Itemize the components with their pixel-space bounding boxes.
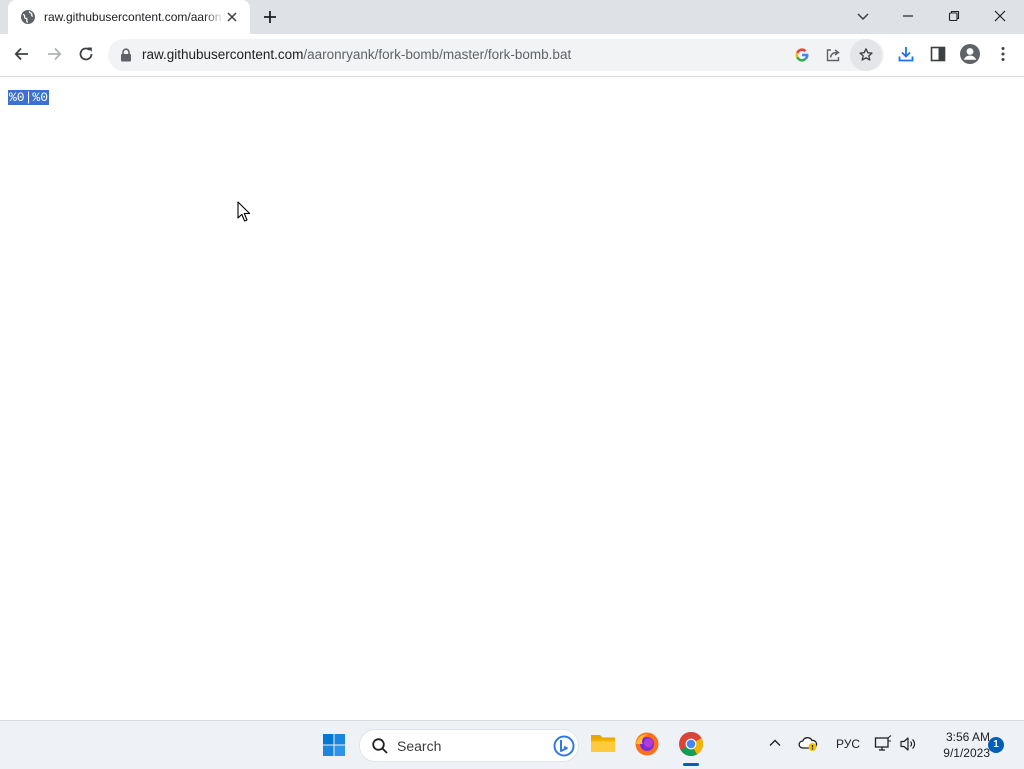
taskbar: Search РУС 3:56 AM 9/1/2023 1 xyxy=(0,720,1024,769)
close-tab-icon[interactable] xyxy=(224,9,240,25)
onedrive-icon[interactable] xyxy=(798,734,818,752)
side-panel-icon[interactable] xyxy=(929,45,947,63)
browser-tab[interactable]: raw.githubusercontent.com/aaronryank/for… xyxy=(8,0,250,34)
file-explorer-icon[interactable] xyxy=(590,731,616,755)
browser-toolbar: raw.githubusercontent.com/aaronryank/for… xyxy=(0,34,1024,77)
url-text: raw.githubusercontent.com/aaronryank/for… xyxy=(142,47,571,62)
bing-icon[interactable] xyxy=(553,735,575,757)
mouse-cursor-icon xyxy=(237,201,251,223)
google-icon[interactable] xyxy=(794,47,810,63)
taskbar-search-label: Search xyxy=(397,738,442,754)
chrome-icon[interactable] xyxy=(678,731,704,757)
reload-icon[interactable] xyxy=(77,45,95,63)
star-icon[interactable] xyxy=(850,39,882,71)
back-icon[interactable] xyxy=(13,45,31,63)
address-bar[interactable]: raw.githubusercontent.com/aaronryank/for… xyxy=(108,39,884,71)
profile-icon[interactable] xyxy=(959,43,981,65)
chevron-up-icon[interactable] xyxy=(767,735,783,751)
chrome-active-indicator xyxy=(683,763,699,766)
firefox-icon[interactable] xyxy=(634,731,660,757)
close-window-icon[interactable] xyxy=(992,8,1008,24)
url-host: raw.githubusercontent.com xyxy=(142,47,304,62)
windows-start-icon[interactable] xyxy=(322,733,346,757)
system-clock[interactable]: 3:56 AM 9/1/2023 xyxy=(926,729,990,761)
chevron-down-icon[interactable] xyxy=(855,8,871,24)
forward-icon[interactable] xyxy=(45,45,63,63)
new-tab-icon[interactable] xyxy=(261,8,279,26)
page-content: %0|%0 xyxy=(0,77,1024,720)
volume-icon[interactable] xyxy=(899,735,917,753)
lock-icon[interactable] xyxy=(120,48,132,62)
minimize-icon[interactable] xyxy=(900,8,916,24)
language-indicator[interactable]: РУС xyxy=(836,737,860,751)
clock-date: 9/1/2023 xyxy=(943,746,990,760)
share-icon[interactable] xyxy=(825,47,841,63)
tab-strip: raw.githubusercontent.com/aaronryank/for… xyxy=(0,0,1024,34)
tab-title: raw.githubusercontent.com/aaronryank/for… xyxy=(44,10,222,24)
menu-icon[interactable] xyxy=(994,45,1012,63)
clock-time: 3:56 AM xyxy=(945,730,990,744)
url-path: /aaronryank/fork-bomb/master/fork-bomb.b… xyxy=(303,47,572,62)
globe-icon xyxy=(20,9,36,25)
restore-icon[interactable] xyxy=(946,8,962,24)
taskbar-search-box[interactable]: Search xyxy=(359,729,579,762)
notification-badge[interactable]: 1 xyxy=(988,737,1004,753)
download-icon[interactable] xyxy=(897,45,915,63)
network-icon[interactable] xyxy=(874,735,892,753)
search-icon xyxy=(371,737,389,755)
tab-title-fade xyxy=(204,6,224,28)
selected-raw-text: %0|%0 xyxy=(8,90,50,105)
